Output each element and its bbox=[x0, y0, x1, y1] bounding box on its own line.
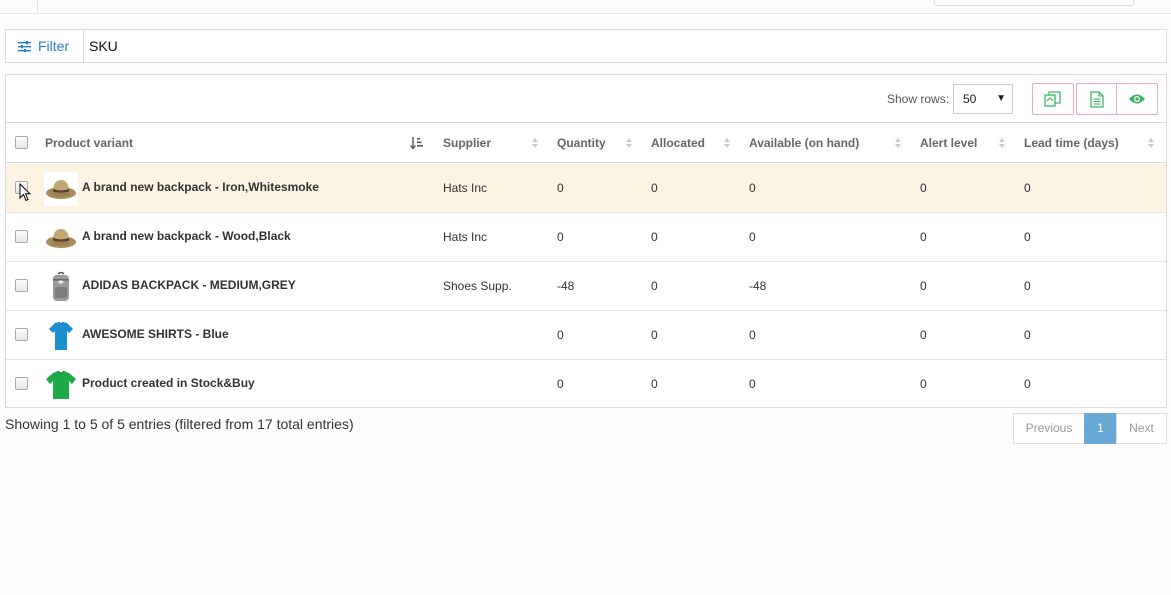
sort-icon[interactable] bbox=[999, 138, 1006, 148]
lead-time-cell: 0 bbox=[1024, 230, 1031, 244]
row-checkbox[interactable] bbox=[15, 377, 28, 390]
inventory-panel: Show rows: 50 ▼ Product variant Supplier… bbox=[5, 74, 1167, 408]
available-cell: 0 bbox=[749, 377, 756, 391]
filter-field-sku[interactable]: SKU bbox=[89, 30, 118, 62]
product-variant-name[interactable]: A brand new backpack - Wood,Black bbox=[82, 213, 291, 261]
product-variant-name[interactable]: AWESOME SHIRTS - Blue bbox=[82, 311, 229, 359]
table-row[interactable]: AWESOME SHIRTS - Blue 0 0 0 0 0 bbox=[6, 311, 1166, 360]
eye-icon bbox=[1129, 94, 1145, 104]
alert-level-cell: 0 bbox=[920, 181, 927, 195]
col-product-variant[interactable]: Product variant bbox=[45, 123, 133, 163]
col-quantity[interactable]: Quantity bbox=[557, 123, 606, 163]
allocated-cell: 0 bbox=[651, 230, 658, 244]
sort-icon[interactable] bbox=[532, 138, 539, 148]
quantity-cell: 0 bbox=[557, 181, 564, 195]
allocated-cell: 0 bbox=[651, 181, 658, 195]
allocated-cell: 0 bbox=[651, 377, 658, 391]
backpack-icon bbox=[44, 270, 78, 304]
quantity-cell: 0 bbox=[557, 328, 564, 342]
blue-shirt-icon bbox=[44, 319, 78, 353]
copy-icon bbox=[1044, 91, 1061, 107]
sort-icon[interactable] bbox=[1148, 138, 1155, 148]
sort-icon[interactable] bbox=[626, 138, 633, 148]
sliders-icon bbox=[18, 40, 31, 52]
page-1-button[interactable]: 1 bbox=[1084, 413, 1117, 444]
hat-icon bbox=[44, 221, 78, 255]
lead-time-cell: 0 bbox=[1024, 181, 1031, 195]
lead-time-cell: 0 bbox=[1024, 377, 1031, 391]
quantity-cell: -48 bbox=[557, 279, 575, 293]
col-lead-time[interactable]: Lead time (days) bbox=[1024, 123, 1119, 163]
available-cell: -48 bbox=[749, 279, 767, 293]
green-shirt-icon bbox=[44, 368, 78, 402]
row-checkbox[interactable] bbox=[15, 328, 28, 341]
available-cell: 0 bbox=[749, 181, 756, 195]
select-all-checkbox[interactable] bbox=[15, 136, 28, 149]
available-cell: 0 bbox=[749, 328, 756, 342]
col-allocated[interactable]: Allocated bbox=[651, 123, 705, 163]
supplier-cell: Hats Inc bbox=[443, 181, 488, 195]
available-cell: 0 bbox=[749, 230, 756, 244]
sort-ascending-icon[interactable] bbox=[410, 136, 424, 150]
filter-button[interactable]: Filter bbox=[6, 30, 84, 62]
next-page-button[interactable]: Next bbox=[1116, 413, 1167, 444]
table-header: Product variant Supplier Quantity Alloca… bbox=[6, 123, 1166, 163]
hat-icon bbox=[44, 172, 78, 206]
rows-per-page-select[interactable]: 50 ▼ bbox=[953, 84, 1013, 114]
sort-icon[interactable] bbox=[895, 138, 902, 148]
filter-bar: Filter SKU bbox=[5, 29, 1167, 63]
lead-time-cell: 0 bbox=[1024, 279, 1031, 293]
product-variant-name[interactable]: ADIDAS BACKPACK - MEDIUM,GREY bbox=[82, 262, 296, 310]
export-button[interactable] bbox=[1076, 83, 1118, 115]
show-rows-label: Show rows: bbox=[887, 92, 950, 106]
alert-level-cell: 0 bbox=[920, 279, 927, 293]
caret-down-icon: ▼ bbox=[996, 93, 1006, 104]
col-available[interactable]: Available (on hand) bbox=[749, 123, 859, 163]
lead-time-cell: 0 bbox=[1024, 328, 1031, 342]
columns-visibility-button[interactable] bbox=[1116, 83, 1158, 115]
table-row[interactable]: Product created in Stock&Buy 0 0 0 0 0 bbox=[6, 360, 1166, 409]
entries-summary: Showing 1 to 5 of 5 entries (filtered fr… bbox=[5, 416, 354, 432]
filter-label: Filter bbox=[38, 38, 70, 54]
top-tab[interactable] bbox=[0, 0, 38, 13]
row-checkbox[interactable] bbox=[15, 230, 28, 243]
alert-level-cell: 0 bbox=[920, 230, 927, 244]
previous-page-button[interactable]: Previous bbox=[1013, 413, 1085, 444]
document-icon bbox=[1090, 90, 1104, 108]
sort-icon[interactable] bbox=[724, 138, 731, 148]
quantity-cell: 0 bbox=[557, 377, 564, 391]
table-row[interactable]: A brand new backpack - Iron,Whitesmoke H… bbox=[6, 164, 1166, 213]
mouse-pointer-icon bbox=[19, 183, 31, 202]
table-row[interactable]: A brand new backpack - Wood,Black Hats I… bbox=[6, 213, 1166, 262]
allocated-cell: 0 bbox=[651, 328, 658, 342]
alert-level-cell: 0 bbox=[920, 328, 927, 342]
top-bar bbox=[0, 0, 1171, 14]
rows-per-page-value: 50 bbox=[963, 92, 977, 106]
row-checkbox[interactable] bbox=[15, 279, 28, 292]
copy-button[interactable] bbox=[1032, 83, 1074, 115]
col-alert-level[interactable]: Alert level bbox=[920, 123, 977, 163]
table-toolbar: Show rows: 50 ▼ bbox=[6, 75, 1166, 123]
supplier-cell: Hats Inc bbox=[443, 230, 488, 244]
allocated-cell: 0 bbox=[651, 279, 658, 293]
table-row[interactable]: ADIDAS BACKPACK - MEDIUM,GREY Shoes Supp… bbox=[6, 262, 1166, 311]
top-search-input[interactable] bbox=[934, 0, 1134, 6]
col-supplier[interactable]: Supplier bbox=[443, 123, 491, 163]
alert-level-cell: 0 bbox=[920, 377, 927, 391]
supplier-cell: Shoes Supp. bbox=[443, 279, 512, 293]
product-variant-name[interactable]: A brand new backpack - Iron,Whitesmoke bbox=[82, 164, 319, 212]
quantity-cell: 0 bbox=[557, 230, 564, 244]
product-variant-name[interactable]: Product created in Stock&Buy bbox=[82, 360, 255, 408]
